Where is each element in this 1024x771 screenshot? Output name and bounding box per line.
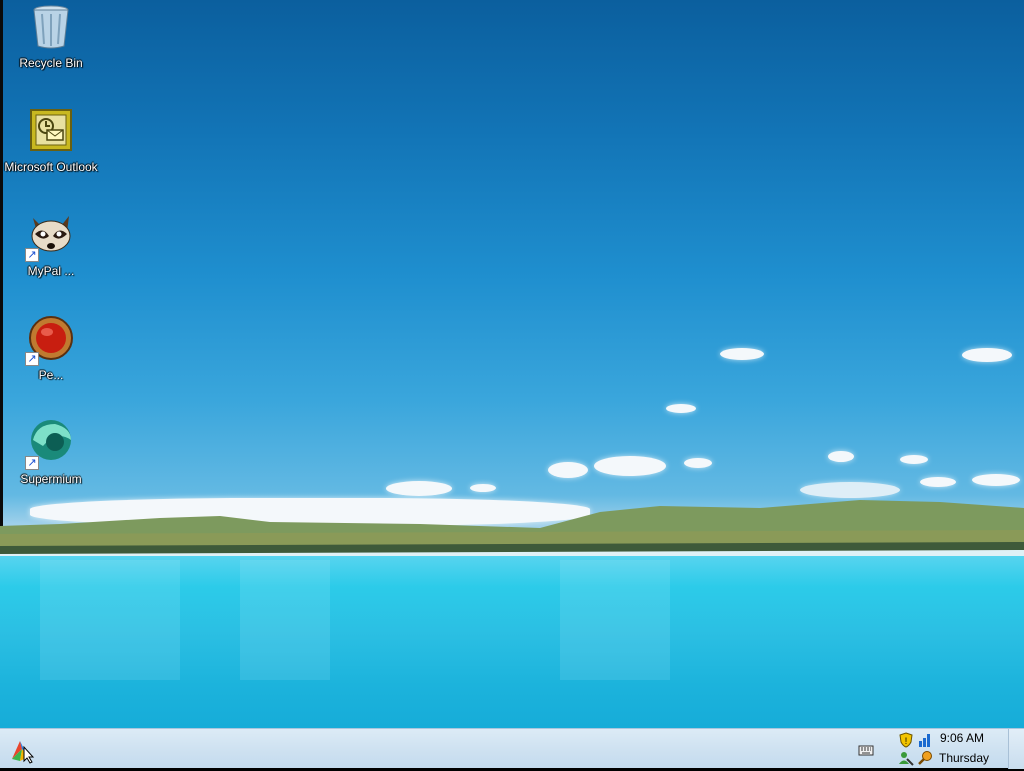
water-reflection — [560, 560, 670, 680]
recycle-bin-icon — [27, 4, 75, 52]
show-desktop-button[interactable] — [1008, 729, 1024, 769]
desktop-icon-label: MyPal ... — [27, 264, 75, 278]
cloud — [800, 482, 900, 498]
clock-day[interactable]: Thursday — [932, 751, 996, 765]
start-button[interactable] — [8, 735, 38, 765]
desktop-icon-label: Pe... — [38, 368, 64, 382]
cloud — [900, 455, 928, 464]
red-orb-icon: ↗ — [25, 316, 75, 366]
supermium-icon: ↗ — [25, 420, 75, 470]
desktop-icon-label: Supermium — [20, 472, 82, 486]
desktop-icon-recycle-bin[interactable]: Recycle Bin — [3, 4, 99, 70]
desktop-icon-mypal[interactable]: ↗ MyPal ... — [3, 212, 99, 278]
windows-start-icon — [12, 741, 35, 764]
desktop-icon-pe[interactable]: ↗ Pe... — [3, 316, 99, 382]
shortcut-arrow-icon: ↗ — [25, 248, 39, 262]
cloud — [666, 404, 696, 413]
cloud — [470, 484, 496, 492]
hills-landscape — [0, 500, 1024, 560]
shield-security-icon[interactable]: ! — [898, 732, 914, 748]
cloud — [920, 477, 956, 487]
cloud — [972, 474, 1020, 486]
desktop-background[interactable]: Recycle Bin Microsoft Outlook ↗ MyPal ..… — [0, 0, 1024, 728]
shortcut-arrow-icon: ↗ — [25, 456, 39, 470]
desktop-icon-label: Microsoft Outlook — [4, 160, 98, 174]
desktop-icon-supermium[interactable]: ↗ Supermium — [3, 420, 99, 486]
cloud — [548, 462, 588, 478]
search-key-icon[interactable] — [917, 750, 933, 766]
cloud — [828, 451, 854, 462]
cloud — [594, 456, 666, 476]
taskbar[interactable]: ! 9:06 AM Thursday — [0, 728, 1024, 769]
cloud — [684, 458, 712, 468]
outlook-icon — [27, 108, 75, 156]
cloud — [962, 348, 1012, 362]
water-reflection — [240, 560, 330, 680]
clock-time[interactable]: 9:06 AM — [932, 731, 992, 745]
svg-text:!: ! — [905, 736, 908, 746]
cloud — [720, 348, 764, 360]
water-reflection — [40, 560, 180, 680]
cloud — [386, 481, 452, 496]
shortcut-arrow-icon: ↗ — [25, 352, 39, 366]
keyboard-icon[interactable] — [858, 742, 874, 758]
desktop-icon-label: Recycle Bin — [19, 56, 83, 70]
network-icon[interactable] — [917, 732, 933, 748]
user-status-icon[interactable] — [898, 750, 914, 766]
desktop-icon-outlook[interactable]: Microsoft Outlook — [3, 108, 99, 174]
mypal-raccoon-icon: ↗ — [25, 212, 75, 262]
